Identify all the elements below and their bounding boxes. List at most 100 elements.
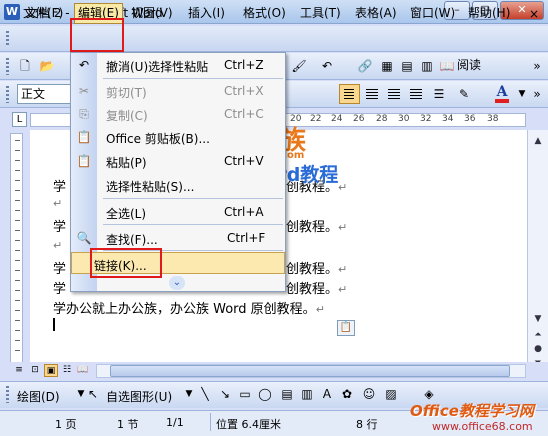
- align-left-icon: [344, 89, 354, 100]
- horizontal-scroll-thumb[interactable]: [110, 365, 510, 377]
- draw-toolbar-grip[interactable]: [6, 386, 9, 403]
- menu-view[interactable]: 视图(V): [128, 5, 176, 22]
- menubar-grip[interactable]: [6, 31, 9, 47]
- menu-format[interactable]: 格式(O): [240, 5, 289, 22]
- open-folder-icon[interactable]: 📂: [38, 57, 56, 75]
- excel-sheet-icon[interactable]: ▥: [418, 57, 436, 75]
- menu-insert[interactable]: 插入(I): [185, 5, 228, 22]
- vertical-textbox-icon[interactable]: ▥: [298, 385, 316, 403]
- hyperlink-icon[interactable]: 🔗: [356, 57, 374, 75]
- select-objects-icon[interactable]: ↖: [84, 385, 102, 403]
- doc-line-prefix: 学: [53, 220, 67, 235]
- print-view-icon[interactable]: ▣: [44, 364, 58, 377]
- scroll-up-icon[interactable]: ▲: [531, 134, 545, 148]
- menu-expand-icon[interactable]: ⌄: [169, 276, 185, 290]
- textbox-tool-icon[interactable]: ▤: [278, 385, 296, 403]
- ruler-number: 28: [376, 114, 388, 124]
- menu-copy[interactable]: ⎘ 复制(C) Ctrl+C: [71, 103, 285, 125]
- align-center-button[interactable]: [361, 84, 382, 104]
- menu-window[interactable]: 窗口(W): [407, 5, 458, 22]
- word-app-icon[interactable]: W: [4, 4, 20, 20]
- normal-view-icon[interactable]: ≡: [12, 364, 26, 377]
- menu-bar: [0, 26, 548, 52]
- menu-paste[interactable]: 📋 粘贴(P) Ctrl+V: [71, 150, 285, 172]
- tab-selector[interactable]: L: [12, 112, 27, 127]
- vertical-ruler-tick: [15, 210, 20, 211]
- paste-icon: 📋: [76, 154, 92, 168]
- menu-table[interactable]: 表格(A): [352, 5, 400, 22]
- menu-find-label: 查找(F)...: [106, 233, 158, 247]
- justify-button[interactable]: [405, 84, 426, 104]
- fmt-toolbar-options-icon[interactable]: »: [528, 85, 546, 103]
- prev-page-icon[interactable]: ⏶: [531, 328, 545, 342]
- vertical-ruler-tick: [15, 230, 20, 231]
- menu-office-clipboard[interactable]: 📋 Office 剪贴板(B)...: [71, 126, 285, 148]
- reading-mode-button[interactable]: 阅读: [457, 56, 481, 73]
- ruler-number: 24: [331, 114, 343, 124]
- autoshapes-button[interactable]: 自选图形(U): [106, 388, 172, 405]
- vertical-ruler-tick: [15, 330, 20, 331]
- ruler-number: 38: [487, 114, 499, 124]
- document-close-icon[interactable]: ×: [529, 7, 539, 21]
- draw-menu-button[interactable]: 绘图(D): [17, 388, 60, 405]
- undo-icon[interactable]: ↶: [318, 57, 336, 75]
- diagram-icon[interactable]: ✿: [338, 385, 356, 403]
- menu-cut[interactable]: ✂ 剪切(T) Ctrl+X: [71, 80, 285, 102]
- menu-office-clipboard-label: Office 剪贴板(B)...: [106, 132, 210, 146]
- menu-tools[interactable]: 工具(T): [297, 5, 344, 22]
- vertical-ruler-tick: [15, 190, 20, 191]
- doc-line-prefix: 学: [53, 282, 67, 297]
- std-toolbar-grip[interactable]: [6, 58, 9, 75]
- menu-select-all-label: 全选(L): [106, 207, 147, 221]
- vertical-ruler-tick: [15, 170, 20, 171]
- new-document-icon[interactable]: 🗋: [16, 57, 34, 75]
- menu-find[interactable]: 🔍 查找(F)... Ctrl+F: [71, 227, 285, 249]
- scroll-down-icon[interactable]: ▼: [531, 312, 545, 326]
- vertical-ruler[interactable]: [10, 133, 23, 363]
- menu-edit[interactable]: 编辑(E): [74, 3, 123, 24]
- line-tool-icon[interactable]: ╲: [196, 385, 214, 403]
- numbering-icon[interactable]: ☰: [430, 85, 448, 103]
- menu-paste-special[interactable]: 选择性粘贴(S)...: [71, 174, 285, 196]
- doc-line-tail: 创教程。↵: [286, 262, 348, 277]
- oval-tool-icon[interactable]: ◯: [256, 385, 274, 403]
- rectangle-tool-icon[interactable]: ▭: [236, 385, 254, 403]
- menu-find-shortcut: Ctrl+F: [227, 231, 266, 245]
- reading-view-icon[interactable]: 📖: [76, 364, 90, 377]
- binoculars-icon: 🔍: [76, 231, 92, 245]
- arrow-tool-icon[interactable]: ↘: [216, 385, 234, 403]
- highlight-icon[interactable]: ✎: [455, 85, 473, 103]
- menu-file[interactable]: 文件(F): [20, 5, 66, 22]
- paste-options-icon[interactable]: 📋: [337, 320, 355, 336]
- format-painter-icon[interactable]: 🖌: [290, 57, 308, 75]
- web-view-icon[interactable]: ⊡: [28, 364, 42, 377]
- doc-line-tail: 创教程。↵: [286, 220, 348, 235]
- status-position: 位置 6.4厘米: [216, 418, 281, 431]
- toolbar-options-icon[interactable]: »: [528, 57, 546, 75]
- vertical-ruler-tick: [15, 260, 20, 261]
- align-left-button[interactable]: [339, 84, 360, 104]
- menu-undo[interactable]: ↶ 撤消(U)选择性粘贴 Ctrl+Z: [71, 54, 285, 76]
- read-mode-icon[interactable]: 📖: [438, 57, 456, 75]
- tables-borders-icon[interactable]: ▦: [378, 57, 396, 75]
- insert-table-icon[interactable]: ▤: [398, 57, 416, 75]
- vertical-ruler-tick: [15, 310, 20, 311]
- style-dropdown[interactable]: 正文: [17, 84, 73, 104]
- fmt-toolbar-grip[interactable]: [6, 86, 9, 103]
- outline-view-icon[interactable]: ☷: [60, 364, 74, 377]
- menu-select-all-shortcut: Ctrl+A: [224, 205, 264, 219]
- insert-picture-icon[interactable]: ▨: [382, 385, 400, 403]
- clip-art-icon[interactable]: ☺: [360, 385, 378, 403]
- font-color-button[interactable]: A: [492, 84, 512, 104]
- browse-object-icon[interactable]: ●: [531, 342, 545, 356]
- align-right-button[interactable]: [383, 84, 404, 104]
- menu-help[interactable]: 帮助(H): [465, 5, 513, 22]
- vertical-ruler-tick: [15, 340, 20, 341]
- vertical-ruler-tick: [15, 200, 20, 201]
- menu-copy-label: 复制(C): [106, 109, 148, 123]
- wordart-icon[interactable]: Ａ: [318, 385, 336, 403]
- menu-link[interactable]: 链接(K)...: [71, 252, 285, 274]
- menu-select-all[interactable]: 全选(L) Ctrl+A: [71, 201, 285, 223]
- vertical-ruler-tick: [15, 180, 20, 181]
- undo-icon: ↶: [78, 58, 90, 72]
